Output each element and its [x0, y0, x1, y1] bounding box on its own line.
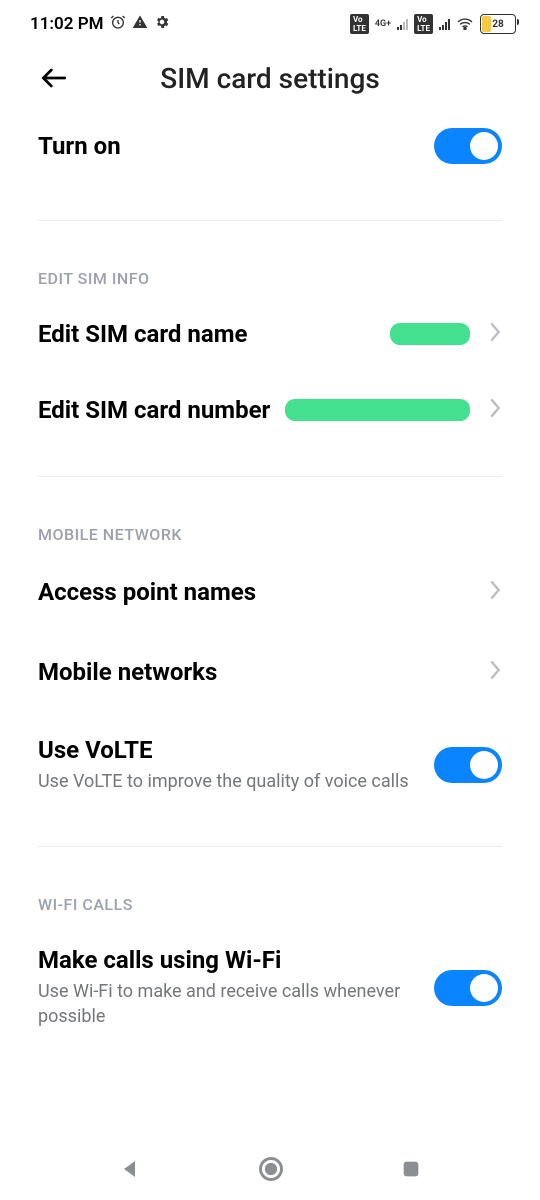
turn-on-toggle[interactable] — [434, 128, 502, 164]
volte-badge-icon-2: VoLTE — [414, 14, 433, 34]
edit-sim-name-label: Edit SIM card name — [38, 320, 247, 348]
wifi-call-label: Make calls using Wi-Fi — [38, 946, 434, 974]
volte-sub: Use VoLTE to improve the quality of voic… — [38, 770, 434, 794]
chevron-right-icon — [488, 397, 502, 423]
mobile-networks-row[interactable]: Mobile networks — [38, 632, 502, 712]
alarm-icon — [110, 14, 126, 35]
nav-recent-icon[interactable] — [400, 1158, 422, 1184]
volte-row: Use VoLTE Use VoLTE to improve the quali… — [38, 712, 502, 818]
section-edit-sim-info: EDIT SIM INFO — [38, 221, 502, 296]
gear-icon — [154, 14, 170, 35]
volte-label: Use VoLTE — [38, 736, 434, 764]
signal-bars-icon — [397, 18, 408, 30]
apn-row[interactable]: Access point names — [38, 552, 502, 632]
turn-on-row: Turn on — [38, 108, 502, 210]
page-title: SIM card settings — [0, 62, 540, 95]
mobile-networks-label: Mobile networks — [38, 658, 217, 686]
status-right: VoLTE 4G+ VoLTE 28 — [350, 14, 516, 34]
edit-sim-number-label: Edit SIM card number — [38, 396, 270, 424]
sim-name-value-redacted — [390, 323, 470, 345]
chevron-right-icon — [488, 579, 502, 605]
chevron-right-icon — [488, 659, 502, 685]
sim-number-value-redacted — [285, 399, 470, 421]
status-bar: 11:02 PM VoLTE 4G+ VoLTE 28 — [0, 0, 540, 48]
wifi-call-row: Make calls using Wi-Fi Use Wi-Fi to make… — [38, 922, 502, 1053]
status-left: 11:02 PM — [30, 14, 170, 35]
chevron-right-icon — [488, 321, 502, 347]
volte-badge-icon: VoLTE — [350, 14, 369, 34]
warning-icon — [132, 14, 148, 35]
turn-on-label: Turn on — [38, 132, 121, 160]
section-mobile-network: MOBILE NETWORK — [38, 477, 502, 552]
net-4g-label: 4G+ — [375, 19, 391, 29]
nav-back-icon[interactable] — [118, 1157, 142, 1185]
battery-icon: 28 — [480, 14, 516, 34]
status-time: 11:02 PM — [30, 14, 104, 34]
wifi-call-toggle[interactable] — [434, 970, 502, 1006]
back-arrow-icon[interactable] — [38, 62, 70, 98]
edit-sim-name-row[interactable]: Edit SIM card name — [38, 296, 502, 372]
volte-toggle[interactable] — [434, 747, 502, 783]
section-wifi-calls: WI-FI CALLS — [38, 847, 502, 922]
battery-percent: 28 — [481, 19, 515, 30]
edit-sim-number-row[interactable]: Edit SIM card number — [38, 372, 502, 448]
android-nav-bar — [0, 1142, 540, 1200]
wifi-icon — [456, 16, 474, 33]
apn-label: Access point names — [38, 578, 256, 606]
wifi-call-sub: Use Wi-Fi to make and receive calls when… — [38, 980, 434, 1029]
nav-home-icon[interactable] — [257, 1155, 285, 1187]
signal-bars-icon-2 — [439, 18, 450, 30]
title-bar: SIM card settings — [0, 48, 540, 108]
